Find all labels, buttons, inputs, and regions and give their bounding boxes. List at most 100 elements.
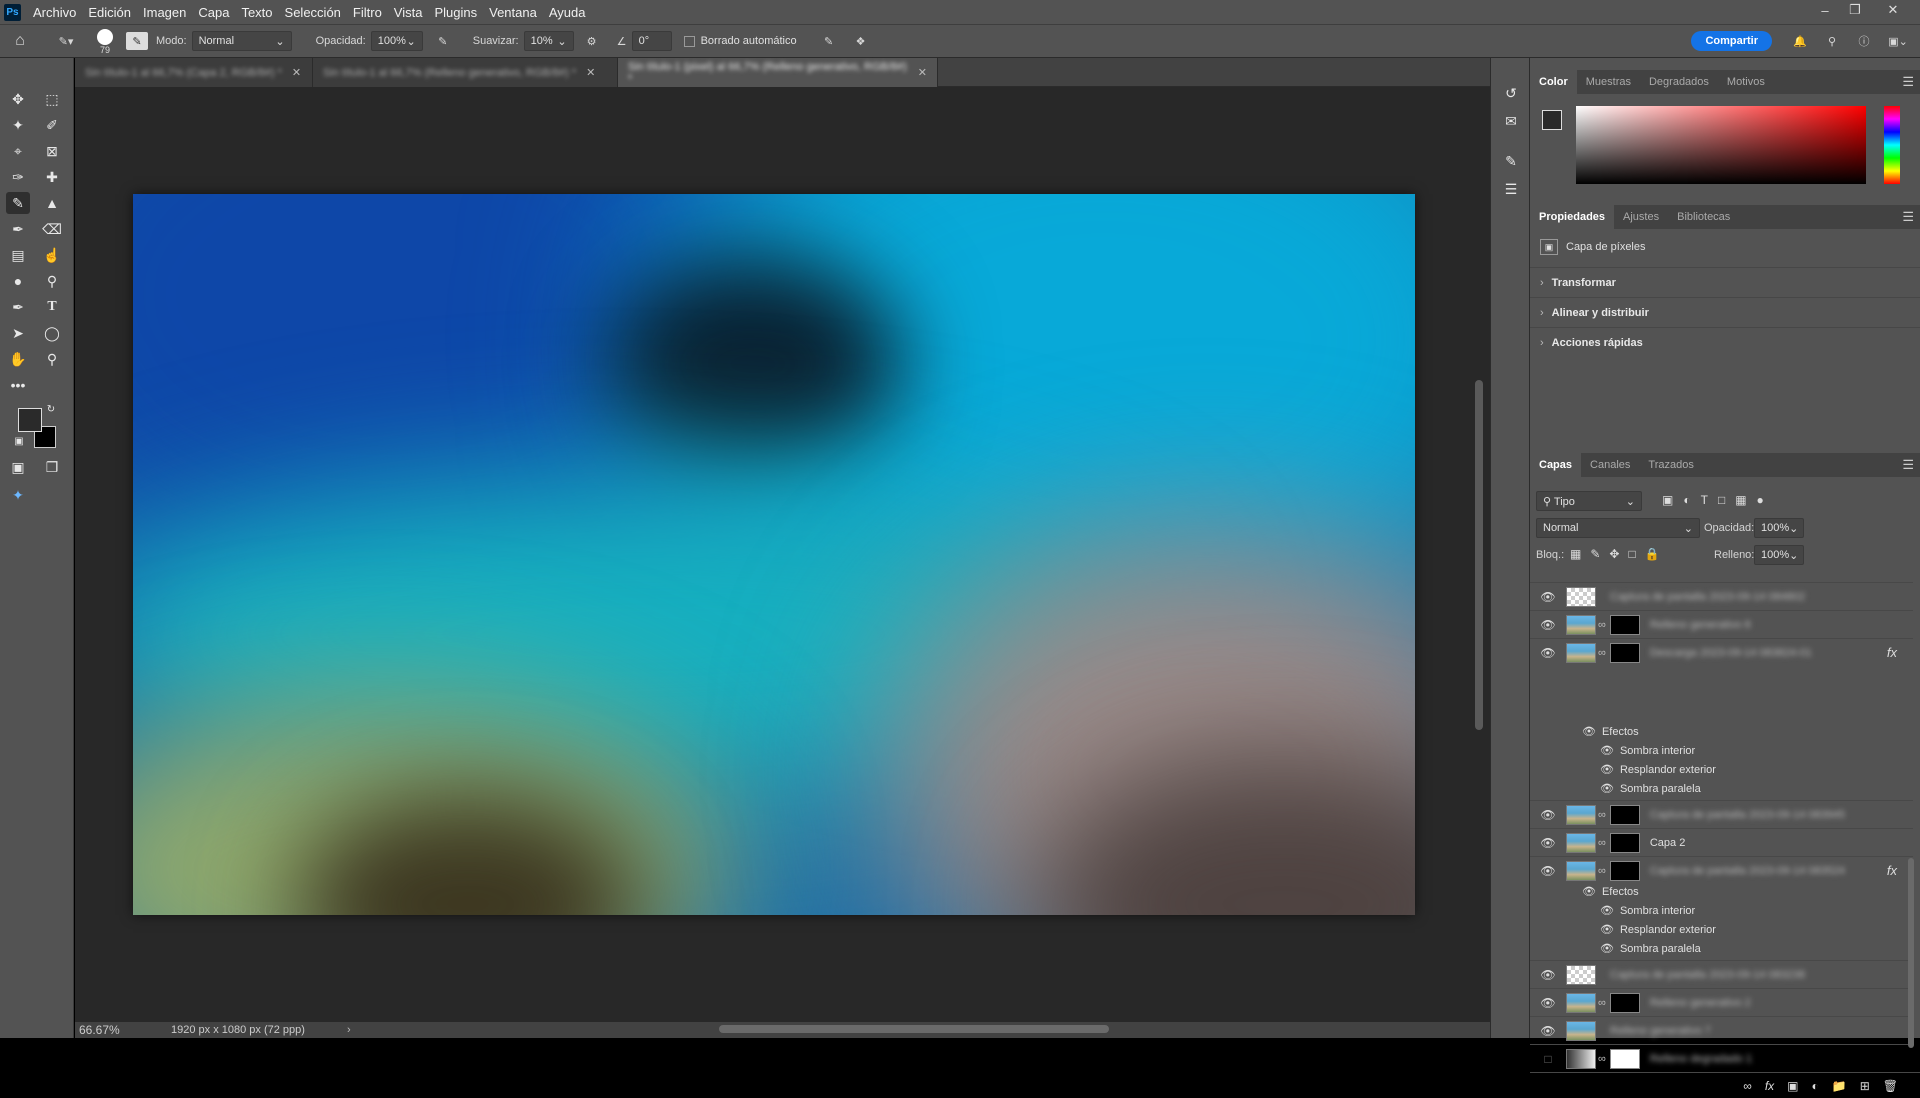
foreground-color-swatch[interactable]	[18, 408, 42, 432]
section-transformar[interactable]: › Transformar	[1530, 267, 1920, 297]
document-tab[interactable]: Sin título-1 al 66,7% (Capa 2, RGB/8#) *…	[75, 58, 313, 87]
healing-brush-tool-icon[interactable]: ✚	[40, 166, 64, 188]
visibility-eye-icon[interactable]: 👁	[1536, 1024, 1560, 1038]
menu-imagen[interactable]: Imagen	[137, 5, 192, 20]
visibility-eye-icon[interactable]: 👁	[1536, 646, 1560, 660]
visibility-eye-icon[interactable]: 👁	[1582, 725, 1596, 738]
adjustments-icon[interactable]: ☰	[1499, 178, 1523, 200]
lock-artboard-icon[interactable]: □	[1628, 547, 1635, 561]
quick-selection-tool-icon[interactable]: ✐	[40, 114, 64, 136]
screen-mode-icon[interactable]: ❐	[40, 456, 64, 478]
layer-name[interactable]: Relleno generativo 7	[1610, 1025, 1711, 1037]
panel-menu-icon[interactable]: ☰	[1902, 209, 1914, 225]
visibility-eye-icon[interactable]: 👁	[1600, 904, 1614, 917]
opacity-input[interactable]: 100% ⌄	[370, 31, 423, 51]
history-brush-tool-icon[interactable]: ✒	[6, 218, 30, 240]
layer-mask-thumbnail[interactable]	[1609, 804, 1640, 825]
visibility-eye-icon[interactable]: □	[1536, 1052, 1560, 1066]
layer-row[interactable]: 👁 ∞ Relleno generativo 8	[1530, 610, 1913, 638]
visibility-eye-icon[interactable]: 👁	[1536, 996, 1560, 1010]
visibility-eye-icon[interactable]: 👁	[1536, 836, 1560, 850]
layer-name[interactable]: Captura de pantalla 2023-09-14 083524	[1650, 865, 1845, 877]
filter-shape-icon[interactable]: □	[1718, 493, 1725, 507]
effects-row[interactable]: 👁 Efectos	[1530, 722, 1913, 741]
layer-name[interactable]: Relleno degradado 1	[1650, 1053, 1752, 1065]
symmetry-icon[interactable]: ❖	[847, 35, 875, 48]
ellipse-tool-icon[interactable]: ◯	[40, 322, 64, 344]
effect-row[interactable]: 👁 Sombra paralela	[1530, 779, 1913, 798]
layer-row[interactable]: 👁 Captura de pantalla 2023-09-14 084802	[1530, 582, 1913, 610]
visibility-eye-icon[interactable]: 👁	[1600, 942, 1614, 955]
section-alinear[interactable]: › Alinear y distribuir	[1530, 297, 1920, 327]
panel-menu-icon[interactable]: ☰	[1902, 74, 1914, 90]
document-tab[interactable]: Sin título-1 al 66,7% (Relleno generativ…	[313, 58, 618, 87]
lock-transparency-icon[interactable]: ▦	[1570, 547, 1581, 561]
color-field[interactable]	[1576, 106, 1866, 184]
visibility-eye-icon[interactable]: 👁	[1536, 864, 1560, 878]
layer-row[interactable]: □ ∞ Relleno degradado 1	[1530, 1044, 1913, 1072]
layer-mask-thumbnail[interactable]	[1609, 832, 1640, 853]
foreground-color-swatch[interactable]	[1542, 110, 1562, 130]
filter-smart-object-icon[interactable]: ▦	[1735, 493, 1746, 507]
layer-name[interactable]: Relleno generativo 8	[1650, 619, 1751, 631]
layer-mask-thumbnail[interactable]	[1609, 614, 1640, 635]
layer-row[interactable]: 👁 ∞ Capa 2	[1530, 828, 1913, 856]
crop-tool-icon[interactable]: ⌖	[6, 140, 30, 162]
new-group-icon[interactable]: 📁	[1832, 1079, 1847, 1093]
tab-color[interactable]: Color	[1530, 70, 1577, 94]
hue-slider[interactable]	[1884, 106, 1900, 184]
layers-scrollbar[interactable]	[1908, 858, 1914, 1048]
effect-row[interactable]: 👁 Resplandor exterior	[1530, 920, 1913, 939]
brush-size-picker[interactable]: 79	[88, 26, 122, 56]
layer-name[interactable]: Captura de pantalla 2023-09-14 083238	[1610, 969, 1805, 981]
layer-row[interactable]: 👁 Captura de pantalla 2023-09-14 083238	[1530, 960, 1913, 988]
effect-row[interactable]: 👁 Sombra interior	[1530, 901, 1913, 920]
minimize-icon[interactable]: –	[1810, 0, 1840, 20]
menu-seleccion[interactable]: Selección	[279, 5, 347, 20]
layer-name[interactable]: Descarga 2023-09-14 083824-01	[1650, 647, 1812, 659]
tab-muestras[interactable]: Muestras	[1577, 70, 1640, 94]
menu-filtro[interactable]: Filtro	[347, 5, 388, 20]
lock-position-icon[interactable]: ✥	[1609, 547, 1619, 561]
adjustment-layer-icon[interactable]: ◐	[1812, 1079, 1819, 1093]
vertical-scrollbar[interactable]	[1475, 380, 1483, 730]
layer-opacity-input[interactable]: 100% ⌄	[1754, 518, 1804, 538]
tab-bibliotecas[interactable]: Bibliotecas	[1668, 205, 1739, 229]
tab-trazados[interactable]: Trazados	[1639, 453, 1702, 477]
menu-capa[interactable]: Capa	[192, 5, 235, 20]
add-mask-icon[interactable]: ▣	[1787, 1079, 1798, 1093]
layer-row[interactable]: 👁 ∞ Relleno generativo 2	[1530, 988, 1913, 1016]
move-tool-icon[interactable]: ✥	[6, 88, 30, 110]
pen-tool-icon[interactable]: ✒	[6, 296, 30, 318]
layer-row[interactable]: 👁 Relleno generativo 7	[1530, 1016, 1913, 1044]
fx-icon[interactable]: fx	[1887, 645, 1897, 660]
horizontal-scrollbar[interactable]	[719, 1025, 1109, 1033]
chevron-right-icon[interactable]: ›	[347, 1024, 351, 1036]
history-icon[interactable]: ↺	[1499, 82, 1523, 104]
filter-pixel-icon[interactable]: ▣	[1662, 493, 1673, 507]
effects-row[interactable]: 👁 Efectos	[1530, 882, 1913, 901]
close-icon[interactable]: ✕	[918, 66, 927, 79]
lock-all-icon[interactable]: 🔒	[1645, 547, 1660, 561]
menu-ventana[interactable]: Ventana	[483, 5, 543, 20]
quick-mask-icon[interactable]: ▣	[6, 456, 30, 478]
visibility-eye-icon[interactable]: 👁	[1600, 923, 1614, 936]
menu-edicion[interactable]: Edición	[82, 5, 137, 20]
panel-menu-icon[interactable]: ☰	[1902, 457, 1914, 473]
help-icon[interactable]: ⓘ	[1848, 33, 1880, 49]
visibility-eye-icon[interactable]: 👁	[1600, 763, 1614, 776]
layer-mask-thumbnail[interactable]	[1609, 642, 1640, 663]
layer-mask-thumbnail[interactable]	[1609, 992, 1640, 1013]
image-canvas[interactable]	[133, 194, 1415, 915]
brush-settings-icon[interactable]: ✎	[126, 32, 148, 50]
lasso-tool-icon[interactable]: ✦	[6, 114, 30, 136]
pressure-opacity-icon[interactable]: ✎	[429, 35, 457, 48]
tab-canales[interactable]: Canales	[1581, 453, 1639, 477]
visibility-eye-icon[interactable]: 👁	[1582, 885, 1596, 898]
visibility-eye-icon[interactable]: 👁	[1536, 618, 1560, 632]
menu-texto[interactable]: Texto	[235, 5, 278, 20]
sponge-tool-icon[interactable]: ⚲	[40, 270, 64, 292]
effect-row[interactable]: 👁 Sombra interior	[1530, 741, 1913, 760]
menu-vista[interactable]: Vista	[388, 5, 429, 20]
gear-icon[interactable]: ⚙	[578, 35, 606, 48]
